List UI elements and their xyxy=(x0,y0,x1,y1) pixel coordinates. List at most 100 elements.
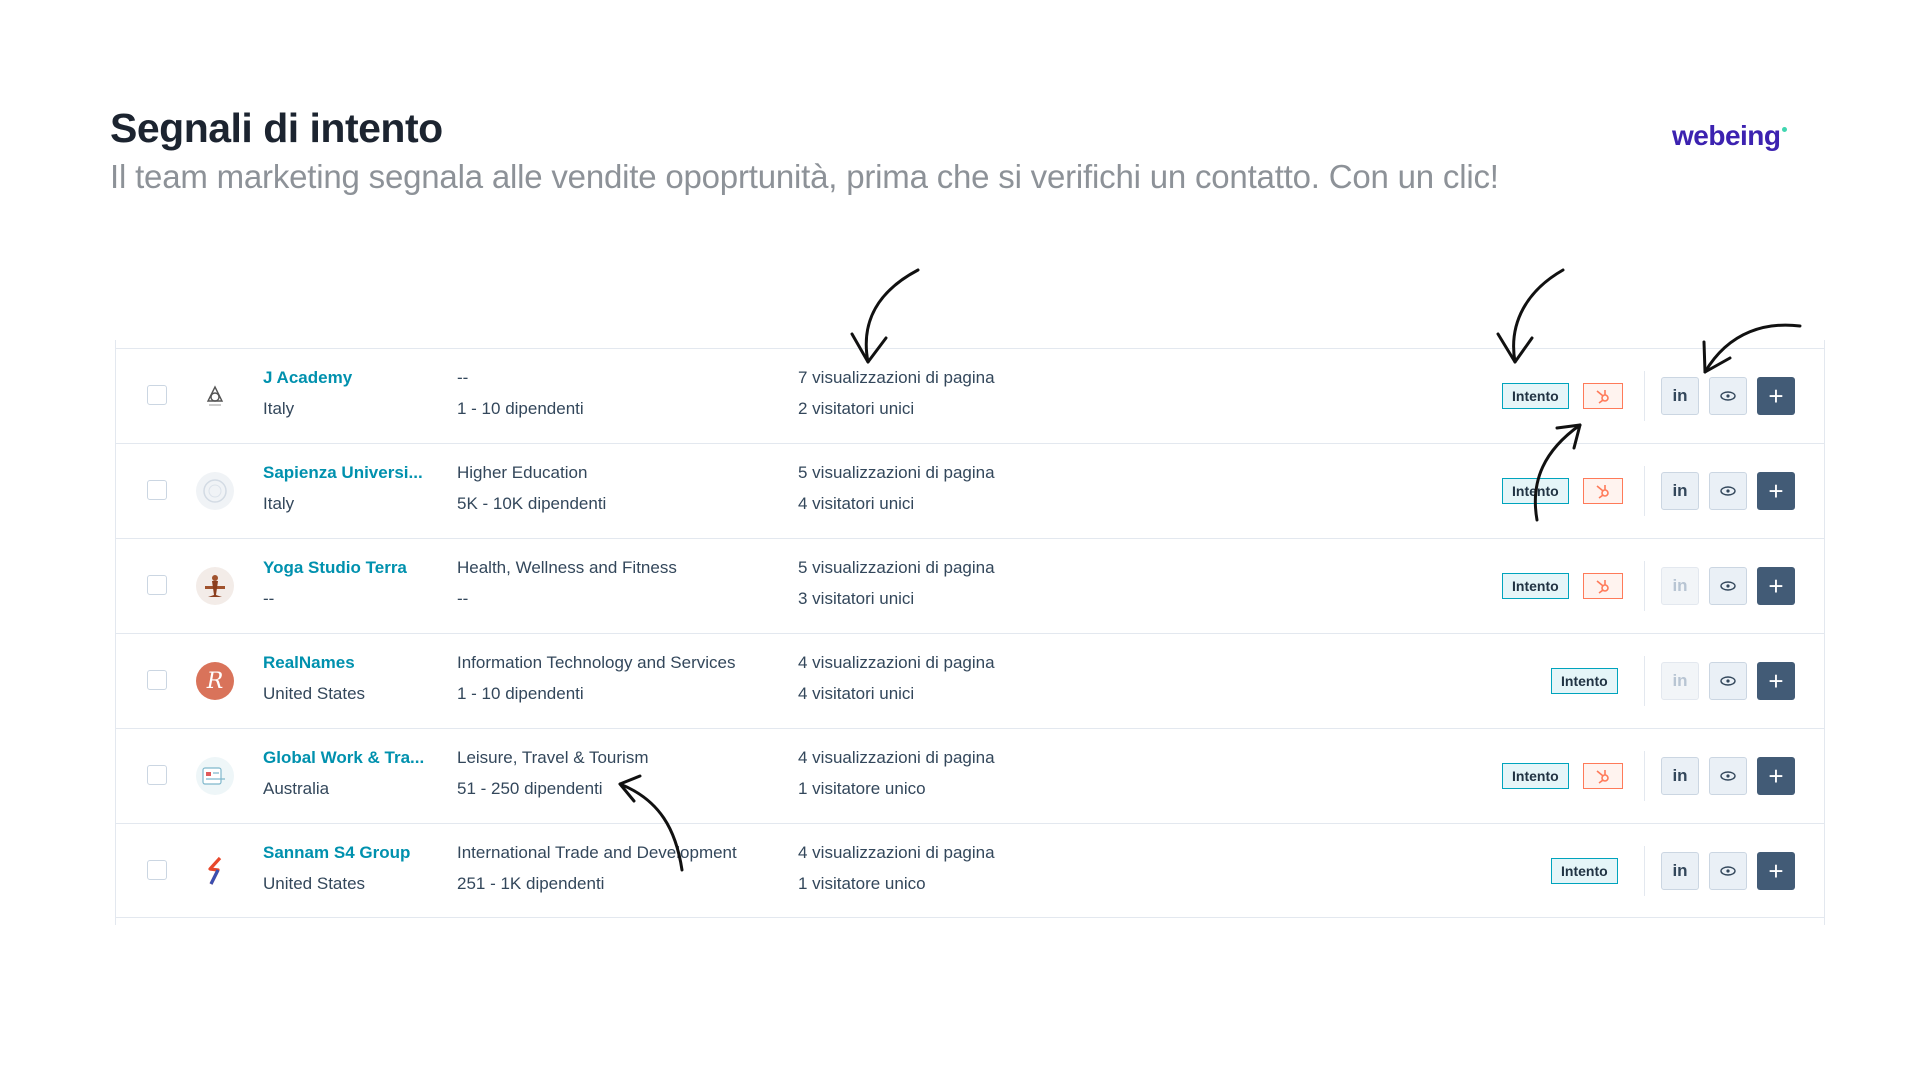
page-views: 4 visualizzazioni di pagina xyxy=(798,748,995,767)
company-industry: Information Technology and Services xyxy=(457,653,736,672)
linkedin-button[interactable]: in xyxy=(1661,662,1699,700)
yoga-figure-logo-icon xyxy=(196,567,234,605)
add-button[interactable]: + xyxy=(1757,377,1795,415)
company-name-link[interactable]: Yoga Studio Terra xyxy=(263,558,407,578)
company-name-link[interactable]: Sannam S4 Group xyxy=(263,843,410,863)
add-button[interactable]: + xyxy=(1757,852,1795,890)
company-industry: International Trade and Development xyxy=(457,843,737,862)
svg-text:R: R xyxy=(206,669,224,694)
triquetra-logo-icon xyxy=(196,377,234,415)
preview-button[interactable] xyxy=(1709,852,1747,890)
unique-visitors: 2 visitatori unici xyxy=(798,399,915,418)
unique-visitors: 4 visitatori unici xyxy=(798,684,915,703)
logo-text: webeing xyxy=(1672,120,1781,151)
intent-tag[interactable]: Intento xyxy=(1551,668,1618,694)
linkedin-icon: in xyxy=(1672,671,1688,690)
linkedin-button[interactable]: in xyxy=(1661,567,1699,605)
eye-icon xyxy=(1720,486,1736,496)
intent-tag[interactable]: Intento xyxy=(1502,763,1569,789)
column-divider xyxy=(1644,846,1645,896)
row-checkbox[interactable] xyxy=(147,385,167,405)
column-divider xyxy=(1644,751,1645,801)
page-views: 4 visualizzazioni di pagina xyxy=(798,653,995,672)
hubspot-tag[interactable] xyxy=(1583,573,1623,599)
unique-visitors: 1 visitatore unico xyxy=(798,779,926,798)
hubspot-icon xyxy=(1596,485,1609,499)
company-name-link[interactable]: RealNames xyxy=(263,653,355,673)
company-name-link[interactable]: J Academy xyxy=(263,368,352,388)
linkedin-icon: in xyxy=(1672,861,1688,880)
linkedin-button[interactable]: in xyxy=(1661,377,1699,415)
linkedin-icon: in xyxy=(1672,576,1688,595)
row-checkbox[interactable] xyxy=(147,765,167,785)
r-circle-logo-icon: R xyxy=(196,662,234,700)
page-views: 4 visualizzazioni di pagina xyxy=(798,843,995,862)
add-button[interactable]: + xyxy=(1757,757,1795,795)
table-row[interactable]: Global Work & Tra... Australia Leisure, … xyxy=(116,728,1824,823)
company-location: -- xyxy=(263,589,275,608)
column-divider xyxy=(1644,371,1645,421)
company-location: Italy xyxy=(263,494,295,513)
linkedin-icon: in xyxy=(1672,481,1688,500)
preview-button[interactable] xyxy=(1709,377,1747,415)
column-divider xyxy=(1644,561,1645,611)
hubspot-tag[interactable] xyxy=(1583,478,1623,504)
row-checkbox[interactable] xyxy=(147,480,167,500)
preview-button[interactable] xyxy=(1709,472,1747,510)
table-row[interactable]: J Academy Italy -- 1 - 10 dipendenti 7 v… xyxy=(116,348,1824,443)
plus-icon: + xyxy=(1768,476,1784,506)
table-row[interactable]: Sapienza Universi... Italy Higher Educat… xyxy=(116,443,1824,538)
company-location: Australia xyxy=(263,779,330,798)
company-table: J Academy Italy -- 1 - 10 dipendenti 7 v… xyxy=(115,340,1825,925)
webeing-logo: webeing xyxy=(1672,120,1787,152)
preview-button[interactable] xyxy=(1709,757,1747,795)
company-name-link[interactable]: Sapienza Universi... xyxy=(263,463,423,483)
company-size: 1 - 10 dipendenti xyxy=(457,684,584,703)
page-views: 7 visualizzazioni di pagina xyxy=(798,368,995,387)
row-checkbox[interactable] xyxy=(147,860,167,880)
eye-icon xyxy=(1720,676,1736,686)
add-button[interactable]: + xyxy=(1757,472,1795,510)
linkedin-button[interactable]: in xyxy=(1661,757,1699,795)
intent-tag[interactable]: Intento xyxy=(1502,478,1569,504)
hubspot-tag[interactable] xyxy=(1583,763,1623,789)
company-size: 1 - 10 dipendenti xyxy=(457,399,584,418)
intent-tag[interactable]: Intento xyxy=(1551,858,1618,884)
card-logo-icon xyxy=(196,757,234,795)
company-industry: Health, Wellness and Fitness xyxy=(457,558,677,577)
intent-tag[interactable]: Intento xyxy=(1502,573,1569,599)
company-size: 5K - 10K dipendenti xyxy=(457,494,607,513)
company-location: United States xyxy=(263,684,366,703)
hubspot-tag[interactable] xyxy=(1583,383,1623,409)
preview-button[interactable] xyxy=(1709,662,1747,700)
add-button[interactable]: + xyxy=(1757,567,1795,605)
company-industry: Leisure, Travel & Tourism xyxy=(457,748,649,767)
company-industry: Higher Education xyxy=(457,463,588,482)
row-checkbox[interactable] xyxy=(147,575,167,595)
table-row[interactable]: Sannam S4 Group United States Internatio… xyxy=(116,823,1824,918)
slide-subtitle: Il team marketing segnala alle vendite o… xyxy=(110,158,1499,195)
plus-icon: + xyxy=(1768,381,1784,411)
preview-button[interactable] xyxy=(1709,567,1747,605)
slide-title: Segnali di intento xyxy=(110,105,443,151)
column-divider xyxy=(1644,466,1645,516)
plus-icon: + xyxy=(1768,856,1784,886)
page-views: 5 visualizzazioni di pagina xyxy=(798,463,995,482)
company-size: -- xyxy=(457,589,469,608)
eye-icon xyxy=(1720,866,1736,876)
row-checkbox[interactable] xyxy=(147,670,167,690)
plus-icon: + xyxy=(1768,666,1784,696)
linkedin-button[interactable]: in xyxy=(1661,472,1699,510)
unique-visitors: 1 visitatore unico xyxy=(798,874,926,893)
eye-icon xyxy=(1720,391,1736,401)
table-row[interactable]: R RealNames United States Information Te… xyxy=(116,633,1824,728)
hubspot-icon xyxy=(1596,770,1609,784)
linkedin-button[interactable]: in xyxy=(1661,852,1699,890)
page-views: 5 visualizzazioni di pagina xyxy=(798,558,995,577)
company-size: 251 - 1K dipendenti xyxy=(457,874,605,893)
add-button[interactable]: + xyxy=(1757,662,1795,700)
company-name-link[interactable]: Global Work & Tra... xyxy=(263,748,424,768)
intent-tag[interactable]: Intento xyxy=(1502,383,1569,409)
table-row[interactable]: Yoga Studio Terra -- Health, Wellness an… xyxy=(116,538,1824,633)
company-location: Italy xyxy=(263,399,295,418)
